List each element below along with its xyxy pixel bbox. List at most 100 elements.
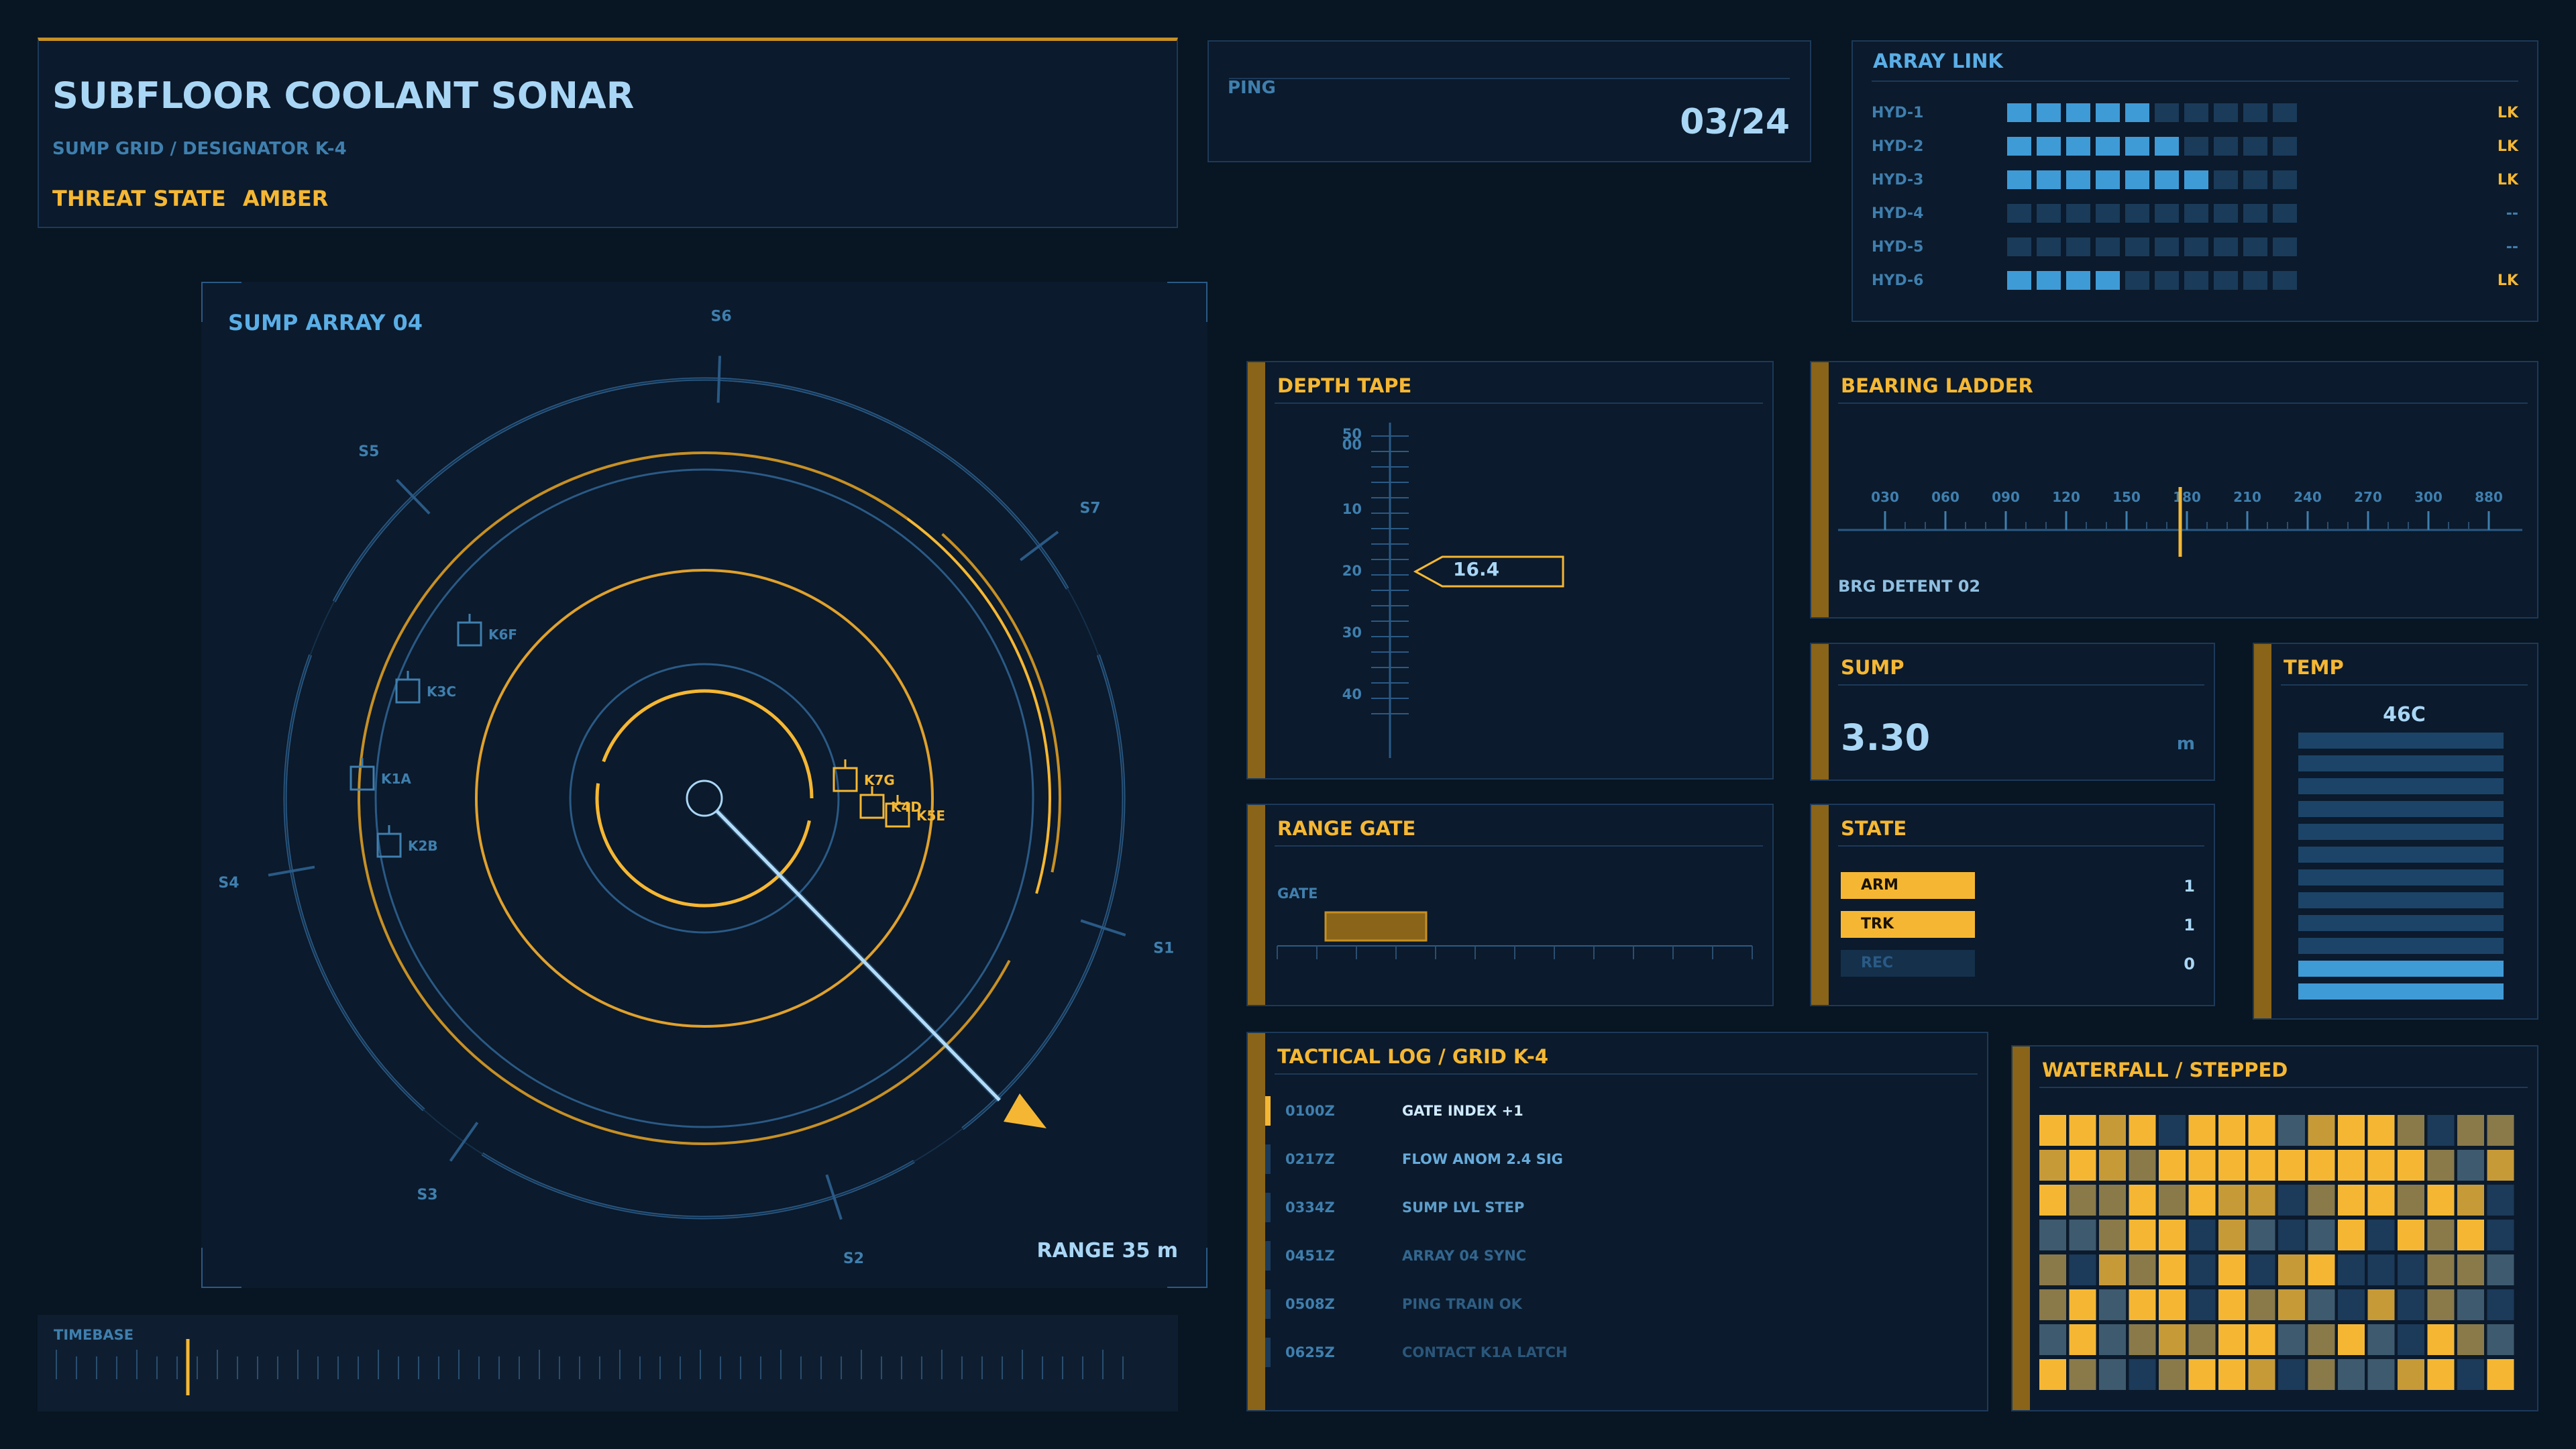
array-link-name: HYD-6: [1872, 272, 1924, 289]
waterfall-cell: [2487, 1359, 2514, 1390]
log-entry[interactable]: 0508Z PING TRAIN OK: [1265, 1288, 1976, 1320]
sector-label: S6: [711, 308, 732, 325]
state-badge[interactable]: REC: [1841, 950, 1975, 977]
waterfall-cell: [2188, 1115, 2216, 1146]
log-stripe: [1248, 1033, 1265, 1410]
array-link-segment: [2273, 137, 2297, 156]
threat-label: THREAT STATE: [52, 186, 226, 211]
waterfall-cell: [2278, 1185, 2305, 1216]
array-link-panel: ARRAY LINK HYD-1 LK HYD-2 LK HYD-3 LK HYD-4 -- H…: [1851, 40, 2538, 322]
waterfall-cell: [2069, 1115, 2096, 1146]
log-time: 0451Z: [1285, 1248, 1335, 1264]
waterfall-cell: [2367, 1185, 2395, 1216]
depth-tick-label: 10: [1342, 501, 1362, 517]
waterfall-cell: [2218, 1220, 2245, 1250]
array-link-segment: [2096, 103, 2120, 122]
array-link-segment: [2007, 137, 2031, 156]
contact-marker[interactable]: K4D: [859, 786, 922, 819]
state-divider: [1838, 845, 2204, 847]
waterfall-cell: [2367, 1254, 2395, 1285]
contact-label: K6F: [488, 627, 517, 643]
waterfall-cell: [2338, 1220, 2365, 1250]
contact-marker[interactable]: K3C: [395, 671, 456, 704]
temp-stripe: [2254, 644, 2271, 1018]
array-link-status: LK: [2497, 138, 2518, 155]
waterfall-cell: [2398, 1115, 2424, 1146]
sweep-head-icon: [1004, 1093, 1046, 1128]
bearing-tick-label: 240: [2294, 489, 2322, 505]
state-value: 1: [2184, 877, 2195, 896]
state-row[interactable]: TRK 1: [1841, 911, 2195, 941]
sector-tick: [716, 356, 722, 403]
waterfall-cell: [2457, 1185, 2484, 1216]
waterfall-cell: [2099, 1150, 2126, 1181]
array-link-row: HYD-3 LK: [1872, 169, 2518, 192]
bearing-tick-label: 030: [1871, 489, 1899, 505]
depth-tick-label: 20: [1342, 563, 1362, 579]
sump-divider: [1838, 684, 2204, 686]
array-link-segment: [2214, 204, 2238, 223]
waterfall-grid: [2039, 1115, 2514, 1390]
array-link-segment: [2066, 271, 2090, 290]
array-link-segment: [2125, 204, 2149, 223]
depth-tape[interactable]: 500010203040: [1248, 362, 1775, 781]
waterfall-cell: [2069, 1289, 2096, 1320]
waterfall-cell: [2248, 1185, 2275, 1216]
sector-tick: [449, 1122, 479, 1162]
array-link-segment: [2066, 170, 2090, 189]
waterfall-cell: [2188, 1185, 2216, 1216]
sector-label: S4: [218, 875, 239, 892]
contact-marker[interactable]: K2B: [376, 825, 438, 858]
waterfall-cell: [2398, 1254, 2424, 1285]
tactical-log-panel: TACTICAL LOG / GRID K-4 0100Z GATE INDEX …: [1246, 1032, 1988, 1411]
contact-marker[interactable]: K6F: [457, 614, 517, 647]
array-link-segment: [2096, 237, 2120, 256]
temp-title: TEMP: [2284, 656, 2344, 679]
array-link-segment: [2096, 137, 2120, 156]
waterfall-cell: [2487, 1115, 2514, 1146]
timebase-panel[interactable]: TIMEBASE: [38, 1315, 1178, 1411]
temp-bar: [2298, 915, 2504, 931]
array-link-segment: [2066, 204, 2090, 223]
waterfall-cell: [2338, 1150, 2365, 1181]
array-link-segment: [2243, 170, 2267, 189]
bearing-panel: BEARING LADDER 030 060 090 120 150 180 210 240 2…: [1810, 361, 2538, 619]
waterfall-cell: [2039, 1115, 2066, 1146]
contact-marker[interactable]: K7G: [833, 759, 895, 792]
state-row[interactable]: ARM 1: [1841, 872, 2195, 902]
temp-value: 46C: [2383, 703, 2426, 727]
state-badge[interactable]: TRK: [1841, 911, 1975, 938]
log-entry[interactable]: 0100Z GATE INDEX +1: [1265, 1095, 1976, 1127]
threat-state: THREAT STATE AMBER: [52, 186, 328, 211]
waterfall-cell: [2338, 1289, 2365, 1320]
state-row[interactable]: REC 0: [1841, 950, 2195, 979]
sonar-panel: SUMP ARRAY 04 RANGE 35 m S1 S2 S3 S4 S5 S6 S7 K…: [201, 282, 1208, 1288]
state-badge-label: REC: [1861, 955, 1894, 971]
sonar-scope[interactable]: S1 S2 S3 S4 S5 S6 S7 K1A K2B K3C K6F K7GK4DK5E: [201, 282, 1208, 1288]
bearing-tick-label: 120: [2052, 489, 2080, 505]
log-entry[interactable]: 0625Z CONTACT K1A LATCH: [1265, 1336, 1976, 1368]
header-panel: SUBFLOOR COOLANT SONAR SUMP GRID / DESIG…: [38, 38, 1178, 228]
array-link-title: ARRAY LINK: [1873, 50, 2003, 72]
waterfall-cell: [2398, 1324, 2424, 1355]
log-time: 0334Z: [1285, 1199, 1335, 1216]
waterfall-cell: [2338, 1254, 2365, 1285]
state-badge[interactable]: ARM: [1841, 872, 1975, 899]
temp-panel: TEMP 46C: [2253, 643, 2538, 1020]
log-entry[interactable]: 0334Z SUMP LVL STEP: [1265, 1191, 1976, 1224]
log-entry[interactable]: 0217Z FLOW ANOM 2.4 SIG: [1265, 1143, 1976, 1175]
gate-ruler[interactable]: [1248, 805, 1775, 1008]
state-stripe: [1811, 805, 1829, 1005]
array-link-name: HYD-1: [1872, 105, 1924, 121]
array-link-segment: [2155, 103, 2179, 122]
waterfall-cell: [2218, 1254, 2245, 1285]
array-link-segment: [2125, 170, 2149, 189]
waterfall-cell: [2427, 1115, 2455, 1146]
contact-label: K1A: [381, 771, 411, 787]
log-entry[interactable]: 0451Z ARRAY 04 SYNC: [1265, 1240, 1976, 1272]
waterfall-cell: [2218, 1150, 2245, 1181]
temp-bar: [2298, 961, 2504, 977]
array-link-status: LK: [2497, 105, 2518, 121]
contact-label: K7G: [864, 772, 895, 788]
waterfall-cell: [2398, 1220, 2424, 1250]
